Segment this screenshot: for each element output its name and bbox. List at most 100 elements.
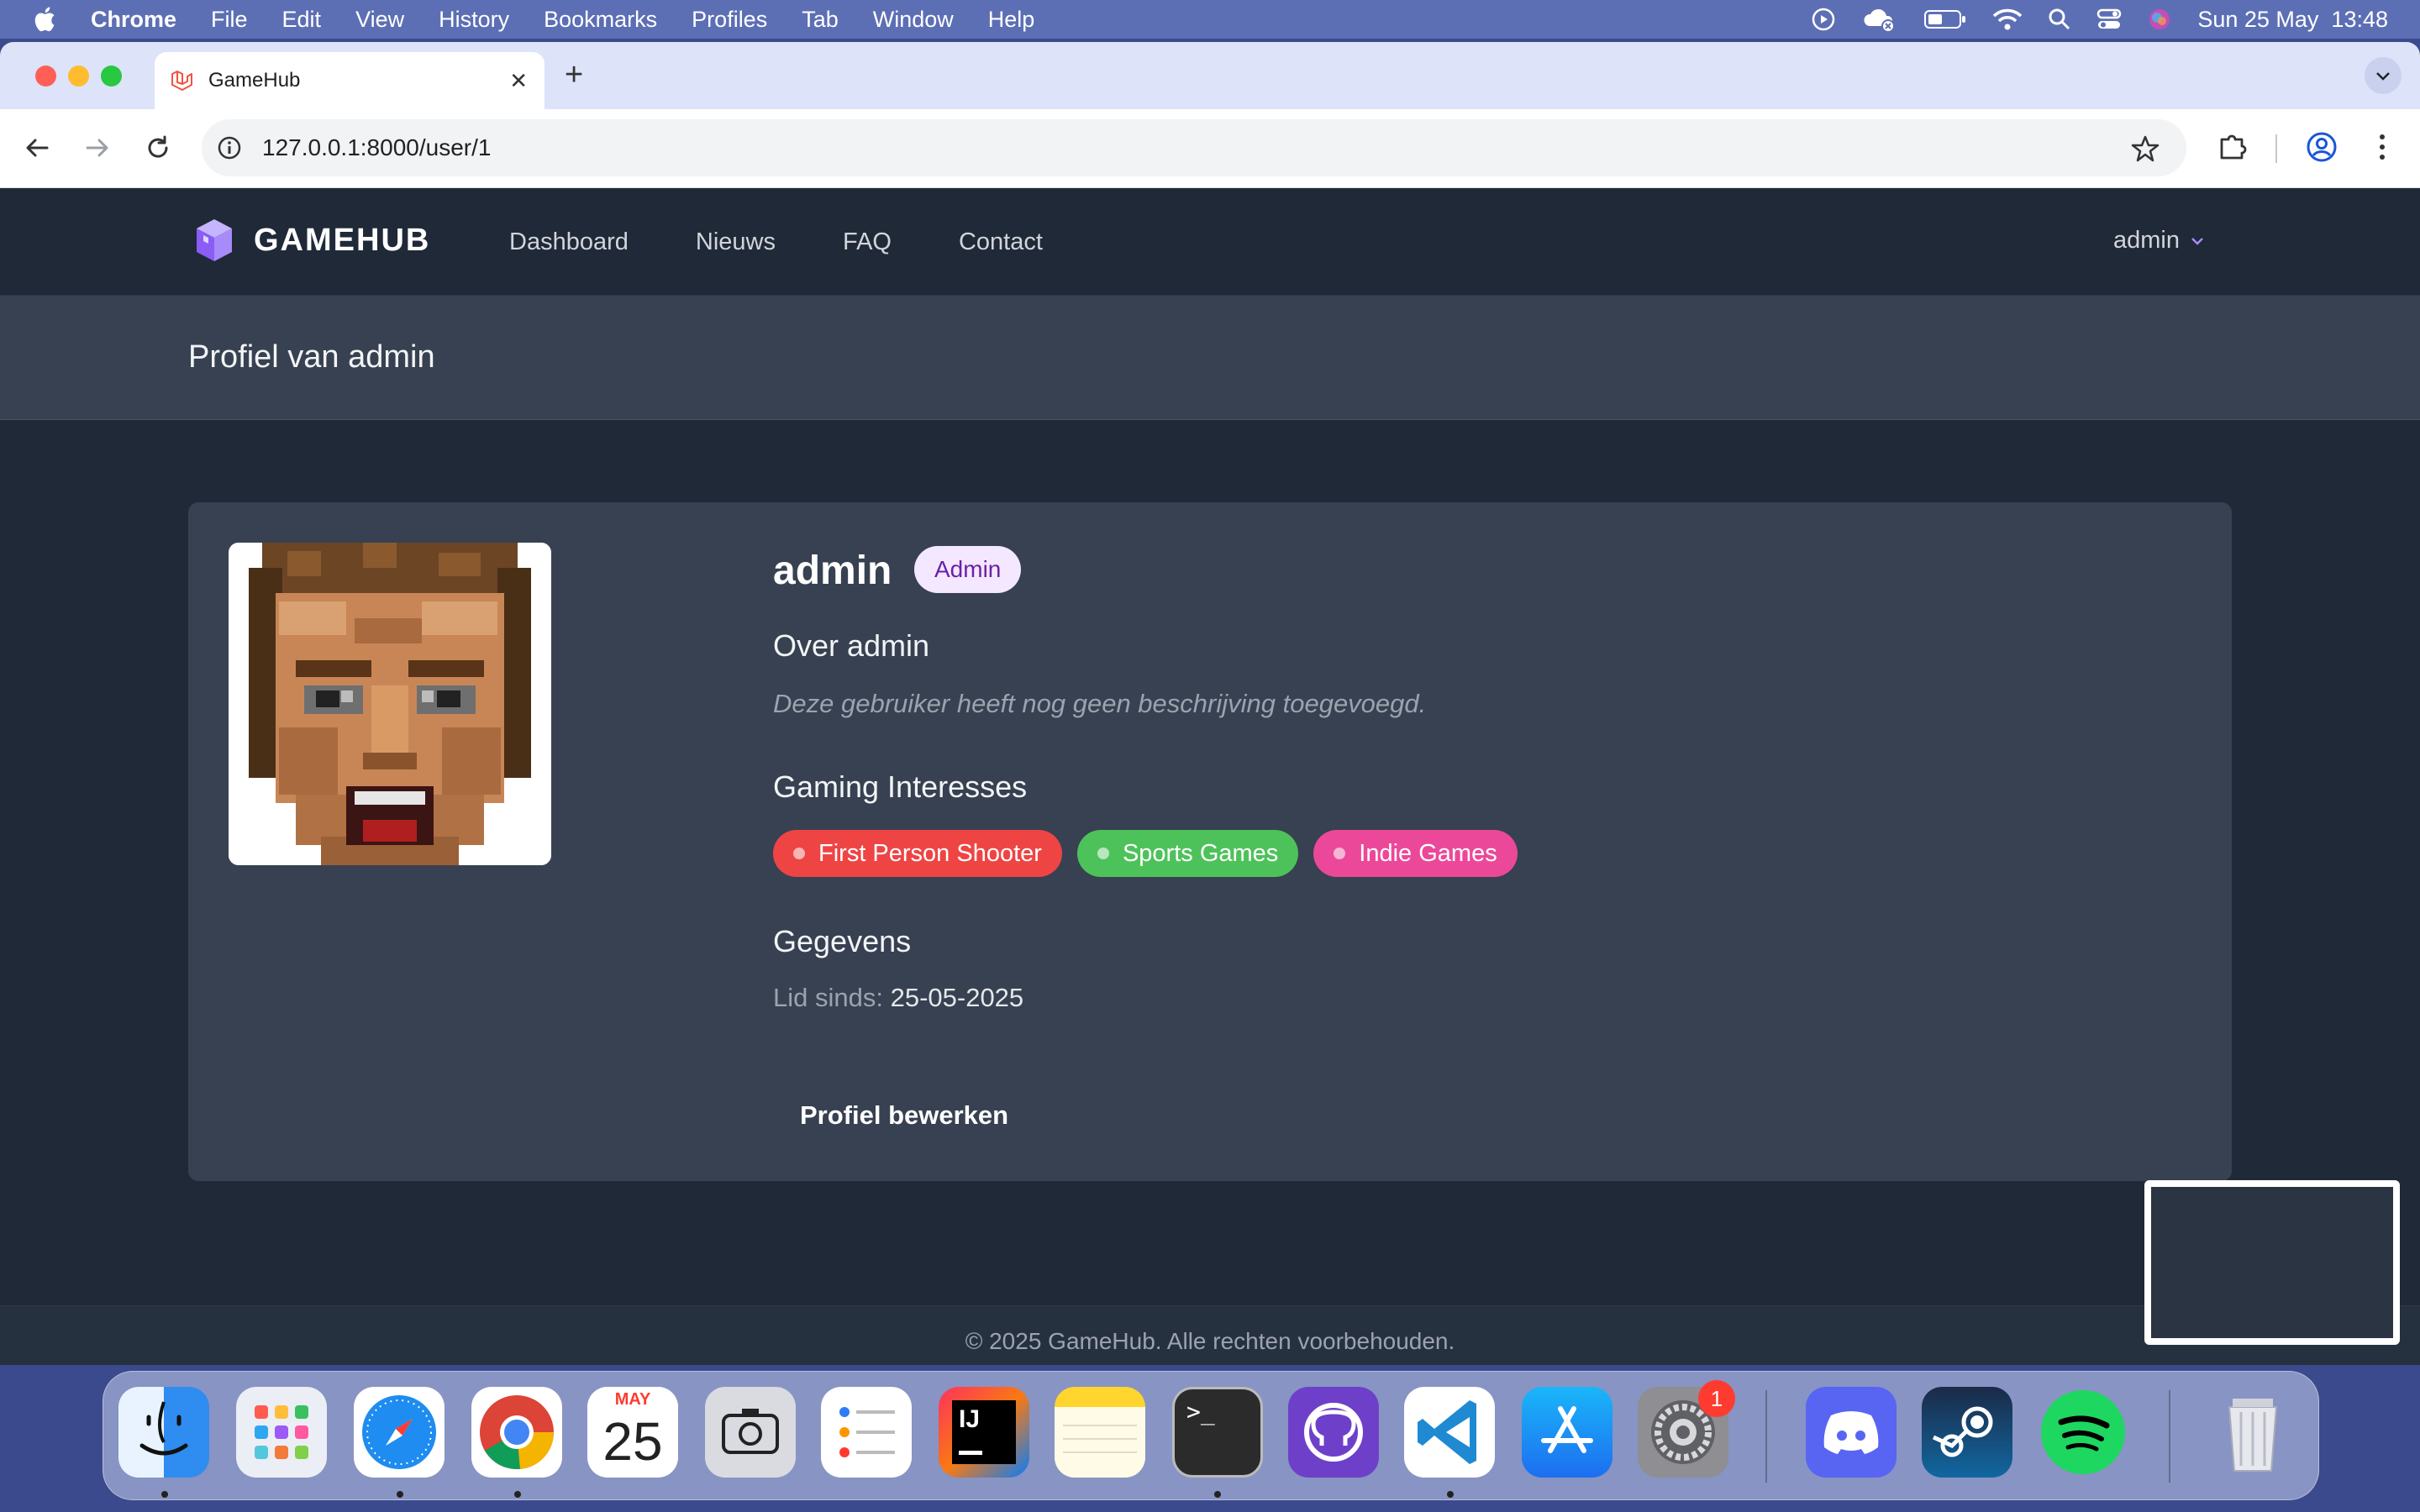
macos-dock: MAY 25 IJ >_ 1: [103, 1371, 2319, 1500]
details-title: Gegevens: [773, 924, 912, 958]
close-tab-icon[interactable]: ✕: [509, 70, 528, 92]
menu-bookmarks[interactable]: Bookmarks: [544, 7, 657, 33]
gamehub-cube-logo-icon: [197, 219, 232, 261]
nav-link-faq[interactable]: FAQ: [843, 228, 892, 256]
site-info-icon[interactable]: [217, 135, 242, 160]
interest-dot-icon: [1334, 848, 1346, 859]
menu-tab[interactable]: Tab: [802, 7, 839, 33]
about-title: Over admin: [773, 628, 930, 663]
screenshot-thumbnail[interactable]: [2144, 1180, 2400, 1345]
steam-icon[interactable]: [1922, 1387, 2012, 1478]
nav-link-nieuws[interactable]: Nieuws: [696, 228, 776, 256]
zoom-window-button[interactable]: [101, 66, 122, 87]
interest-list: First Person Shooter Sports Games Indie …: [773, 830, 1518, 877]
icloud-icon[interactable]: [1861, 6, 1898, 33]
menu-file[interactable]: File: [211, 7, 248, 33]
launchpad-icon[interactable]: [236, 1387, 327, 1478]
calendar-month: MAY: [587, 1387, 678, 1412]
safari-icon[interactable]: [354, 1387, 445, 1478]
edit-profile-button[interactable]: Profiel bewerken: [773, 1082, 1036, 1149]
reminders-icon[interactable]: [821, 1387, 912, 1478]
tab-gamehub[interactable]: GameHub ✕: [155, 52, 544, 109]
macos-menubar: Chrome File Edit View History Bookmarks …: [0, 0, 2420, 39]
web-page: GAMEHUB Dashboard Nieuws FAQ Contact adm…: [0, 188, 2420, 1365]
screen-record-icon[interactable]: [1811, 7, 1836, 32]
forward-arrow-icon[interactable]: [81, 131, 114, 165]
bookmark-star-icon[interactable]: [2131, 134, 2160, 163]
minimize-window-button[interactable]: [68, 66, 89, 87]
spotlight-search-icon[interactable]: [2048, 8, 2071, 31]
avatar: [229, 543, 551, 865]
site-navbar: GAMEHUB Dashboard Nieuws FAQ Contact adm…: [0, 188, 2420, 296]
trash-icon[interactable]: [2207, 1387, 2298, 1478]
interests-title: Gaming Interesses: [773, 769, 1028, 804]
avatar-pixel-face-image: [229, 543, 551, 865]
interest-tag-label: Indie Games: [1359, 839, 1497, 867]
control-center-icon[interactable]: [2096, 8, 2122, 31]
address-bar[interactable]: 127.0.0.1:8000/user/1: [202, 119, 2186, 176]
chrome-icon[interactable]: [471, 1387, 562, 1478]
interest-tag-label: Sports Games: [1122, 839, 1279, 867]
new-tab-icon[interactable]: +: [565, 59, 583, 91]
profile-username: admin: [773, 549, 892, 593]
more-menu-icon[interactable]: [2365, 129, 2400, 165]
menu-edit[interactable]: Edit: [282, 7, 322, 33]
spotify-icon[interactable]: [2038, 1387, 2128, 1478]
nav-link-dashboard[interactable]: Dashboard: [509, 228, 629, 256]
page-header: Profiel van admin: [0, 296, 2420, 420]
nav-link-contact[interactable]: Contact: [959, 228, 1043, 256]
notes-icon[interactable]: [1055, 1387, 1145, 1478]
profile-account-icon[interactable]: [2304, 129, 2339, 165]
app-store-icon[interactable]: [1522, 1387, 1612, 1478]
menu-history[interactable]: History: [439, 7, 509, 33]
user-dropdown[interactable]: admin: [2113, 227, 2205, 255]
site-footer: © 2025 GameHub. Alle rechten voorbehoude…: [0, 1305, 2420, 1365]
menu-profiles[interactable]: Profiles: [692, 7, 767, 33]
menu-app-chrome[interactable]: Chrome: [91, 7, 176, 33]
interest-tag-fps: First Person Shooter: [773, 830, 1062, 877]
chevron-down-icon: [2191, 237, 2203, 245]
role-badge: Admin: [914, 546, 1022, 593]
vscode-icon[interactable]: [1404, 1387, 1495, 1478]
menu-view[interactable]: View: [355, 7, 404, 33]
back-arrow-icon[interactable]: [20, 131, 54, 165]
finder-icon[interactable]: [118, 1387, 209, 1478]
running-indicator: [1447, 1491, 1454, 1498]
interest-dot-icon: [793, 848, 805, 859]
browser-toolbar: 127.0.0.1:8000/user/1: [0, 109, 2420, 188]
tab-search-chevron-icon[interactable]: [2365, 57, 2402, 94]
extensions-puzzle-icon[interactable]: [2215, 129, 2250, 165]
discord-icon[interactable]: [1806, 1387, 1897, 1478]
intellij-idea-icon[interactable]: IJ: [939, 1387, 1029, 1478]
calendar-icon[interactable]: MAY 25: [587, 1387, 678, 1478]
github-desktop-icon[interactable]: [1288, 1387, 1379, 1478]
running-indicator: [397, 1491, 403, 1498]
running-indicator: [161, 1491, 168, 1498]
apple-icon[interactable]: [32, 5, 60, 34]
profile-bio: Deze gebruiker heeft nog geen beschrijvi…: [773, 689, 1427, 718]
toolbar-divider: [2275, 134, 2277, 163]
member-since-label: Lid sinds:: [773, 983, 883, 1012]
menu-help[interactable]: Help: [988, 7, 1035, 33]
reload-icon[interactable]: [141, 131, 175, 165]
running-indicator: [514, 1491, 521, 1498]
wifi-icon[interactable]: [1992, 8, 2023, 31]
page-title: Profiel van admin: [188, 339, 435, 375]
siri-icon[interactable]: [2147, 7, 2172, 32]
notification-badge: 1: [1698, 1380, 1735, 1417]
browser-window: GameHub ✕ + 127.0.0.1:8000/user/1 GAMEHU…: [0, 42, 2420, 1365]
screenshot-thumbnail-image: [2151, 1187, 2393, 1338]
laravel-favicon-icon: [171, 71, 192, 91]
dock-separator: [2169, 1390, 2170, 1483]
screenshot-app-icon[interactable]: [705, 1387, 796, 1478]
close-window-button[interactable]: [35, 66, 56, 87]
terminal-icon[interactable]: >_: [1172, 1387, 1263, 1478]
menu-window[interactable]: Window: [873, 7, 954, 33]
interest-tag-sports: Sports Games: [1076, 830, 1299, 877]
dock-separator: [1765, 1390, 1767, 1483]
menubar-clock[interactable]: Sun 25 May 13:48: [2197, 7, 2388, 33]
interest-tag-indie: Indie Games: [1313, 830, 1518, 877]
battery-icon[interactable]: [1923, 8, 1967, 30]
url-text[interactable]: 127.0.0.1:8000/user/1: [262, 134, 491, 161]
brand-link[interactable]: GAMEHUB: [193, 217, 430, 264]
